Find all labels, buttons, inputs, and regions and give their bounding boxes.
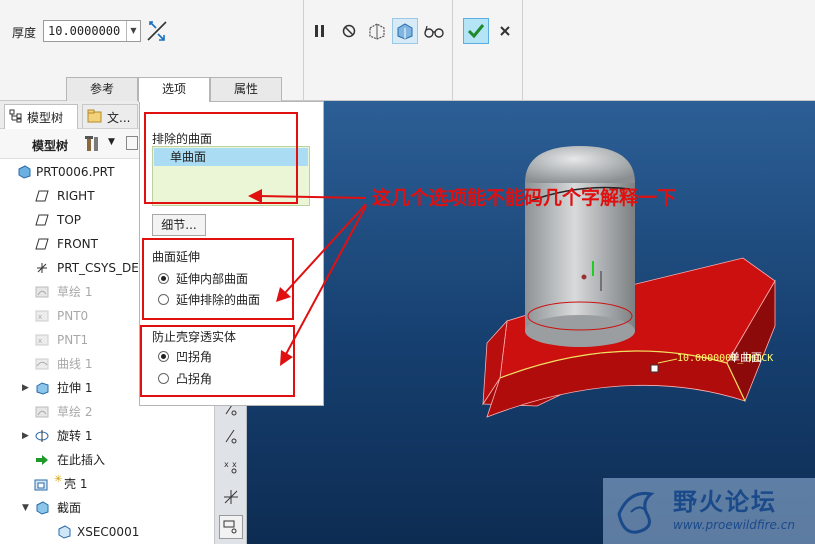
svg-text:x: x xyxy=(224,460,229,469)
show-settings-icon[interactable] xyxy=(126,136,138,150)
tab-folder-browser[interactable]: 文... xyxy=(82,104,138,128)
section-icon xyxy=(34,501,50,515)
tree-item-xsec0001[interactable]: XSEC0001 xyxy=(0,521,205,543)
watermark-title: 野火论坛 xyxy=(673,488,777,516)
part-icon xyxy=(16,165,32,179)
csys-display-icon[interactable] xyxy=(219,485,243,509)
tree-item-label: 拉伸 1 xyxy=(57,381,93,395)
tree-item-label: 曲线 1 xyxy=(57,357,93,371)
geometry-preview-icon[interactable] xyxy=(364,18,390,44)
tab-references[interactable]: 参考 xyxy=(66,77,138,101)
tree-item-label: 草绘 2 xyxy=(57,405,93,419)
tab-options[interactable]: 选项 xyxy=(138,77,210,102)
tree-item-label: XSEC0001 xyxy=(77,525,140,539)
watermark-url: www.proewildfire.cn xyxy=(673,518,795,532)
pause-icon[interactable] xyxy=(307,18,333,44)
verify-preview-icon[interactable] xyxy=(392,18,418,44)
svg-text:x: x xyxy=(232,460,237,469)
annotation-display-icon[interactable] xyxy=(219,515,243,539)
revolve-icon xyxy=(34,429,50,443)
datum-point-icon: x xyxy=(34,333,50,347)
datum-plane-icon xyxy=(34,237,50,251)
sketch-icon xyxy=(34,285,50,299)
details-button[interactable]: 细节... xyxy=(152,214,206,236)
extrude-icon xyxy=(34,381,50,395)
tab-properties[interactable]: 属性 xyxy=(210,77,282,101)
tree-item-label: PRT0006.PRT xyxy=(36,165,115,179)
datum-plane-icon xyxy=(34,189,50,203)
insert-arrow-icon xyxy=(34,453,50,467)
tree-item-label: 壳 1 xyxy=(64,477,88,491)
curve-icon xyxy=(34,357,50,371)
expand-arrow-icon[interactable]: ▶ xyxy=(22,425,29,447)
feature-dashboard: 厚度 10.0000000 ▼ 参考 选项 属性 xyxy=(0,0,815,102)
cancel-button[interactable] xyxy=(492,18,518,44)
annotation-question-text: 这几个选项能不能码几个字解释一下 xyxy=(372,187,677,209)
tree-item-shell-1[interactable]: ✳ 壳 1 xyxy=(0,473,205,495)
flip-direction-icon[interactable] xyxy=(146,20,168,42)
ok-button[interactable] xyxy=(463,18,489,44)
tools-icon[interactable] xyxy=(84,135,104,156)
annotation-box-excluded xyxy=(144,112,298,204)
tree-item-label: RIGHT xyxy=(57,189,95,203)
tree-item-label: 在此插入 xyxy=(57,453,106,467)
separator xyxy=(452,0,453,101)
expand-arrow-icon[interactable]: ▶ xyxy=(22,377,29,399)
separator xyxy=(522,0,523,101)
tree-item-label: PNT1 xyxy=(57,333,89,347)
forum-watermark: 野火论坛 www.proewildfire.cn xyxy=(603,478,815,544)
thickness-input[interactable]: 10.0000000 ▼ xyxy=(43,20,141,42)
chevron-down-icon[interactable]: ▼ xyxy=(108,137,115,147)
xsection-icon xyxy=(56,525,72,539)
tree-item-insert-here[interactable]: 在此插入 xyxy=(0,449,205,471)
tab-model-tree[interactable]: 模型树 xyxy=(4,104,78,129)
svg-text:x: x xyxy=(38,313,42,321)
tab-model-label: 模型树 xyxy=(27,111,64,125)
annotation-box-extension xyxy=(142,238,294,320)
tree-item-label: TOP xyxy=(57,213,82,227)
surface-label: 单曲面 xyxy=(729,351,762,364)
shell-icon xyxy=(34,477,50,491)
datum-plane-icon xyxy=(34,213,50,227)
folder-icon xyxy=(87,109,103,126)
thickness-label: 厚度 xyxy=(12,26,37,40)
tree-item-sections[interactable]: ▼ 截面 xyxy=(0,497,205,519)
tree-toolbar-label: 模型树 xyxy=(32,139,69,153)
no-preview-icon[interactable] xyxy=(336,18,362,44)
annotation-box-prevent xyxy=(140,325,295,397)
separator xyxy=(303,0,304,101)
svg-text:x: x xyxy=(38,337,42,345)
collapse-arrow-icon[interactable]: ▼ xyxy=(22,497,29,519)
sketch-icon xyxy=(34,405,50,419)
tree-item-label: 截面 xyxy=(57,501,82,515)
csys-icon xyxy=(34,261,50,275)
glasses-icon[interactable] xyxy=(421,18,447,44)
new-feature-star-icon: ✳ xyxy=(54,474,63,485)
datum-point-display-icon[interactable] xyxy=(219,425,243,449)
forum-logo-icon xyxy=(611,484,667,541)
tree-item-label: PRT_CSYS_DEF xyxy=(57,261,146,275)
chevron-down-icon[interactable]: ▼ xyxy=(126,21,140,41)
tree-item-revolve-1[interactable]: ▶ 旋转 1 xyxy=(0,425,205,447)
point-display-icon[interactable]: xx xyxy=(219,455,243,479)
tree-item-label: PNT0 xyxy=(57,309,89,323)
tree-item-label: 旋转 1 xyxy=(57,429,93,443)
tab-files-label: 文... xyxy=(107,111,131,125)
datum-point-icon: x xyxy=(34,309,50,323)
tree-item-label: FRONT xyxy=(57,237,98,251)
thickness-value: 10.0000000 xyxy=(48,24,121,38)
tree-icon xyxy=(9,109,23,126)
tree-item-label: 草绘 1 xyxy=(57,285,93,299)
